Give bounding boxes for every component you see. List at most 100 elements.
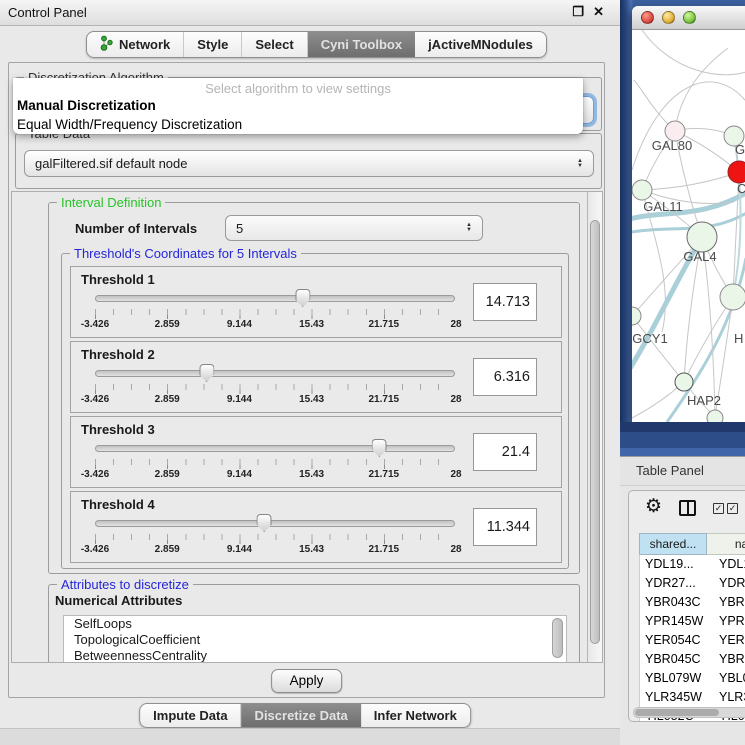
float-window-icon[interactable]: ❐ (572, 4, 584, 20)
table-panel-title: Table Panel (636, 463, 704, 478)
threshold-2-label: Threshold 2 (81, 347, 155, 362)
table-rows: YDL19...YDL1 YDR27...YDR2 YBR043CYBR0 YP… (639, 555, 745, 722)
list-item[interactable]: BetweennessCentrality (64, 648, 566, 663)
threshold-4-label: Threshold 4 (81, 497, 155, 512)
number-of-intervals-combobox[interactable]: 5 ▲▼ (225, 215, 483, 241)
close-icon[interactable]: ✕ (593, 4, 604, 20)
numerical-attributes-label: Numerical Attributes (55, 593, 182, 608)
column-header-shared-name[interactable]: shared... (639, 533, 707, 555)
table-horizontal-scrollbar-thumb[interactable] (635, 709, 719, 716)
node-bottom[interactable] (707, 410, 723, 422)
threshold-4-value-field[interactable]: 11.344 (473, 508, 537, 546)
table-row[interactable]: YLR345WYLR3 (640, 688, 745, 707)
tab-style[interactable]: Style (184, 32, 242, 57)
threshold-1-value-field[interactable]: 14.713 (473, 283, 537, 321)
threshold-3-slider-thumb[interactable] (372, 439, 387, 457)
zoom-traffic-button[interactable] (683, 11, 696, 24)
tab-network[interactable]: Network (87, 32, 184, 57)
settings-scrollbar-thumb[interactable] (590, 220, 600, 644)
bottom-strip (0, 728, 620, 745)
tab-infer-network[interactable]: Infer Network (361, 704, 470, 727)
label-h-partial: H (734, 331, 743, 346)
threshold-1-slider[interactable] (95, 289, 455, 307)
tab-select-label: Select (255, 37, 293, 52)
threshold-4-panel: Threshold 4 -3.426 2.859 9.144 15.43 21.… (70, 491, 562, 563)
network-node-labels: GAL80 GA C GAL11 GAL4 GCY1 H HAP2 (632, 138, 745, 408)
network-edges[interactable] (632, 30, 745, 422)
network-desktop: GAL80 GA C GAL11 GAL4 GCY1 H HAP2 (620, 0, 745, 456)
table-row[interactable]: YPR145WYPR1 (640, 612, 745, 631)
table-row[interactable]: YDR27...YDR2 (640, 574, 745, 593)
tab-impute-data[interactable]: Impute Data (140, 704, 241, 727)
threshold-4-slider-thumb[interactable] (257, 514, 272, 532)
tab-jactivemnodules[interactable]: jActiveMNodules (415, 32, 546, 57)
number-of-intervals-label: Number of Intervals (75, 221, 197, 236)
list-item[interactable]: SelfLoops (64, 616, 566, 632)
node-hap2[interactable] (675, 373, 693, 391)
panel-title: Control Panel (8, 5, 87, 20)
tab-infer-network-label: Infer Network (374, 708, 457, 723)
node-h[interactable] (720, 284, 745, 310)
threshold-3-slider[interactable] (95, 439, 455, 457)
combo-arrows-icon: ▲▼ (577, 159, 583, 169)
list-scrollbar[interactable] (552, 618, 563, 660)
node-red-selected[interactable] (728, 161, 745, 183)
table-row[interactable]: YDL19...YDL1 (640, 555, 745, 574)
close-traffic-button[interactable] (641, 11, 654, 24)
tab-network-label: Network (119, 37, 170, 52)
list-item[interactable]: TopologicalCoefficient (64, 632, 566, 648)
node-gcy1[interactable] (632, 307, 641, 325)
threshold-2-slider[interactable] (95, 364, 455, 382)
tab-cyni-toolbox[interactable]: Cyni Toolbox (308, 32, 415, 57)
attributes-group-title: Attributes to discretize (57, 577, 193, 593)
numerical-attributes-list: SelfLoops TopologicalCoefficient Between… (63, 615, 567, 663)
slider-ticks (95, 459, 456, 469)
algorithm-popup-hint: Select algorithm to view settings (13, 78, 583, 96)
table-row[interactable]: YBL079WYBL0 (640, 669, 745, 688)
table-row[interactable]: YER054CYER0 (640, 631, 745, 650)
node-gal4[interactable] (687, 222, 717, 252)
threshold-3-panel: Threshold 3 -3.426 2.859 9.144 15.43 21.… (70, 416, 562, 488)
threshold-2-panel: Threshold 2 -3.426 2.859 9.144 15.43 21.… (70, 341, 562, 413)
table-horizontal-scrollbar[interactable] (633, 707, 745, 718)
network-canvas[interactable]: GAL80 GA C GAL11 GAL4 GCY1 H HAP2 (632, 30, 745, 422)
threshold-3-value-field[interactable]: 21.4 (473, 433, 537, 471)
network-window-titlebar[interactable] (632, 6, 745, 30)
slider-track (95, 520, 455, 527)
algorithm-option-manual[interactable]: Manual Discretization (13, 96, 583, 115)
label-hap2: HAP2 (687, 393, 721, 408)
slider-ticks (95, 534, 456, 544)
network-view-window[interactable]: GAL80 GA C GAL11 GAL4 GCY1 H HAP2 (632, 6, 745, 422)
checkbox-icon[interactable]: ✓ (727, 503, 738, 514)
table-panel: ⚙ ✓ ✓ shared... na YDL19...YDL1 YDR27...… (628, 490, 745, 722)
tab-impute-data-label: Impute Data (153, 708, 227, 723)
threshold-coordinates-group: Threshold's Coordinates for 5 Intervals … (61, 253, 569, 569)
slider-scale-labels: -3.426 2.859 9.144 15.43 21.715 28 (95, 469, 456, 482)
algorithm-option-equal-width[interactable]: Equal Width/Frequency Discretization (13, 115, 583, 134)
threshold-2-value-field[interactable]: 6.316 (473, 358, 537, 396)
apply-button[interactable]: Apply (271, 669, 343, 693)
columns-icon[interactable] (679, 500, 696, 516)
table-data-combobox[interactable]: galFiltered.sif default node ▲▼ (24, 150, 594, 177)
table-data-value: galFiltered.sif default node (35, 156, 187, 171)
table-row[interactable]: YBR045CYBR0 (640, 650, 745, 669)
tab-discretize-data[interactable]: Discretize Data (242, 704, 361, 727)
tab-select[interactable]: Select (242, 32, 307, 57)
threshold-1-slider-thumb[interactable] (295, 289, 310, 307)
tab-style-label: Style (197, 37, 228, 52)
interval-definition-group: Interval Definition Number of Intervals … (48, 202, 580, 574)
slider-ticks (95, 309, 456, 319)
minimize-traffic-button[interactable] (662, 11, 675, 24)
gear-icon[interactable]: ⚙ (645, 495, 662, 518)
node-gal11[interactable] (632, 180, 652, 200)
column-header-name[interactable]: na (707, 533, 745, 555)
settings-scrollbar[interactable] (587, 192, 602, 663)
threshold-2-slider-thumb[interactable] (199, 364, 214, 382)
label-ga-partial: GA (735, 142, 745, 157)
threshold-1-panel: Threshold 1 -3.426 2.859 9.144 15.43 21.… (70, 266, 562, 338)
table-row[interactable]: YBR043CYBR0 (640, 593, 745, 612)
slider-scale-labels: -3.426 2.859 9.144 15.43 21.715 28 (95, 319, 456, 332)
threshold-4-slider[interactable] (95, 514, 455, 532)
checkbox-icon[interactable]: ✓ (713, 503, 724, 514)
threshold-1-label: Threshold 1 (81, 272, 155, 287)
